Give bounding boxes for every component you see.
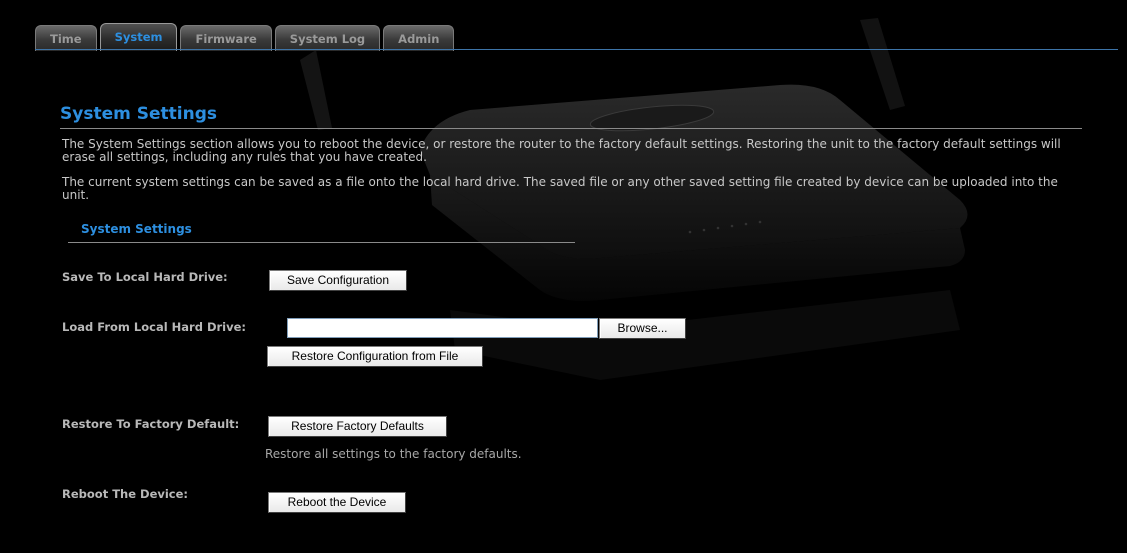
tab-system-log[interactable]: System Log: [274, 25, 381, 51]
tab-time[interactable]: Time: [35, 25, 97, 51]
reboot-device-button[interactable]: Reboot the Device: [268, 492, 406, 513]
factory-default-label: Restore To Factory Default:: [62, 417, 240, 431]
section-divider: [68, 242, 575, 243]
restore-configuration-from-file-button[interactable]: Restore Configuration from File: [267, 346, 483, 367]
factory-default-hint: Restore all settings to the factory defa…: [265, 447, 522, 461]
browse-button[interactable]: Browse...: [599, 318, 686, 339]
tab-bar: Time System Firmware System Log Admin: [35, 23, 457, 51]
title-divider: [60, 128, 1082, 129]
tab-admin[interactable]: Admin: [383, 25, 455, 51]
config-file-input[interactable]: [287, 318, 598, 338]
page: Time System Firmware System Log Admin Sy…: [0, 0, 1127, 553]
tab-divider: [35, 49, 1118, 50]
tab-system[interactable]: System: [99, 23, 178, 51]
save-configuration-button[interactable]: Save Configuration: [269, 270, 407, 291]
save-label: Save To Local Hard Drive:: [62, 270, 228, 284]
tab-firmware[interactable]: Firmware: [180, 25, 272, 51]
load-label: Load From Local Hard Drive:: [62, 320, 246, 334]
description-reset: The System Settings section allows you t…: [62, 137, 1061, 164]
description-save: The current system settings can be saved…: [62, 175, 1058, 202]
reboot-label: Reboot The Device:: [62, 487, 189, 501]
restore-factory-defaults-button[interactable]: Restore Factory Defaults: [268, 416, 447, 437]
page-title: System Settings: [60, 104, 217, 124]
section-title: System Settings: [81, 222, 192, 236]
